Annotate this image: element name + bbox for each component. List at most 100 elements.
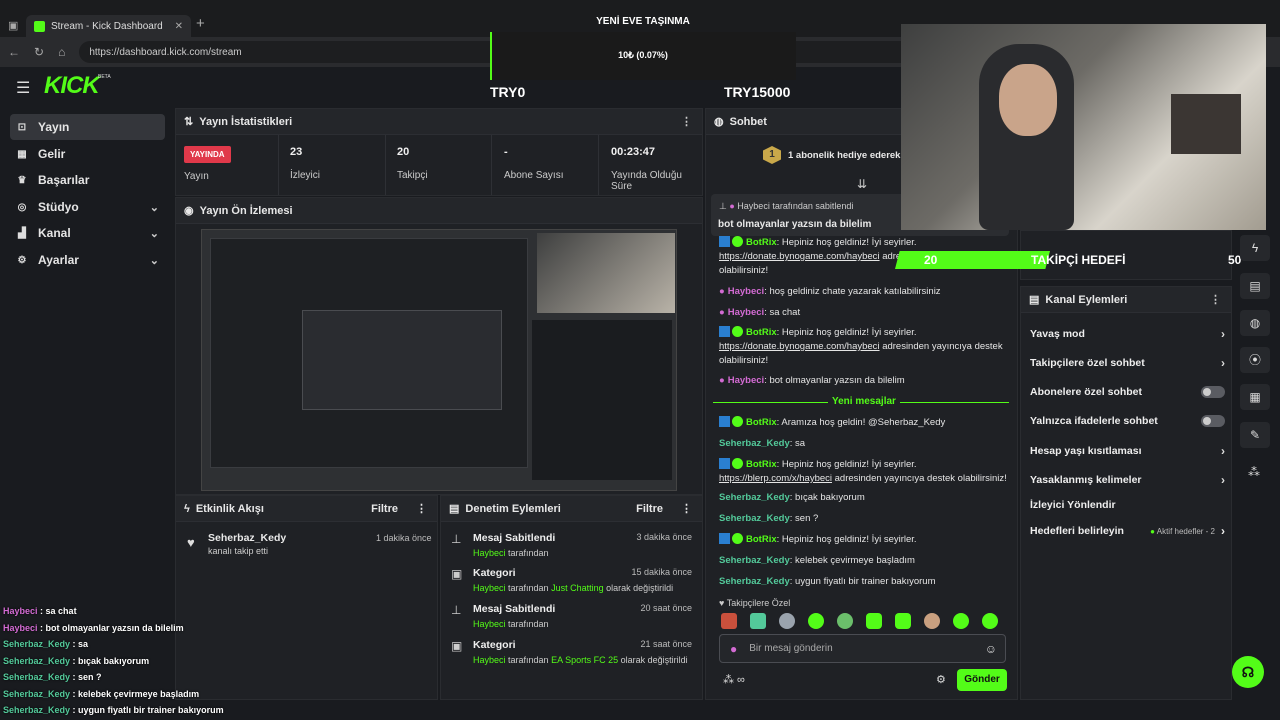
chat-link[interactable]: https://blerp.com/x/haybeci	[719, 473, 832, 484]
live-badge: YAYINDA	[184, 146, 231, 163]
chat-link[interactable]: https://donate.bynogame.com/haybeci	[719, 341, 880, 352]
lightning-icon[interactable]: ϟ	[1240, 235, 1270, 261]
pinned-by: ⊥ ● Haybeci tarafından sabitlendi	[719, 201, 854, 211]
sidebar-item-studyo[interactable]: ◎ Stüdyo ⌄	[10, 194, 165, 220]
overlay-chat-line: Seherbaz_Kedy : sa	[3, 639, 89, 649]
chat-link[interactable]: https://donate.bynogame.com/haybeci	[719, 251, 880, 262]
sidebar-item-kanal[interactable]: ▟ Kanal ⌄	[10, 220, 165, 246]
browser-tab[interactable]: Stream - Kick Dashboard ✕	[26, 15, 191, 37]
pin-icon: ⊥	[451, 532, 462, 546]
followers-only-label: ♥ Takipçilere Özel	[719, 598, 791, 608]
toggle-switch[interactable]	[1201, 415, 1225, 427]
panel-title: Denetim Eylemleri	[465, 502, 561, 515]
bot-badge-icon	[719, 416, 730, 427]
viewers-stat: 23 İzleyici	[290, 146, 321, 181]
overlay-chat-line: Seherbaz_Kedy : kelebek çevirmeye başlad…	[3, 688, 200, 699]
set-goals-row[interactable]: Hedefleri belirleyin ● Aktif hedefler - …	[1030, 524, 1225, 538]
document-icon: ▤	[449, 503, 460, 515]
host-viewers-row[interactable]: İzleyici Yönlendir	[1030, 499, 1225, 511]
chat-bubble-icon: ◍	[714, 116, 724, 128]
follower-goal-bar	[895, 251, 1050, 269]
tab-title: Stream - Kick Dashboard	[51, 20, 163, 32]
emote-icon[interactable]	[750, 613, 766, 629]
filter-button[interactable]: Filtre	[636, 503, 663, 515]
emote-icon[interactable]	[982, 613, 998, 629]
reload-icon[interactable]: ↻	[34, 45, 44, 59]
kick-favicon-icon	[34, 20, 45, 32]
users-icon[interactable]: ⁂	[1248, 465, 1260, 479]
chevron-right-icon: ›	[1221, 327, 1225, 341]
hamburger-menu-icon[interactable]: ☰	[16, 78, 30, 98]
send-button[interactable]: Gönder	[957, 669, 1007, 691]
user-badge-icon: ●	[730, 641, 738, 656]
activity-user: Seherbaz_Kedy	[208, 532, 287, 544]
kick-logo[interactable]: KICK	[44, 72, 100, 100]
subs-stat: - Abone Sayısı	[504, 146, 564, 181]
emote-bar	[721, 613, 998, 629]
filter-button[interactable]: Filtre	[371, 503, 398, 515]
stats-icon: ⇅	[184, 116, 194, 128]
emote-icon[interactable]	[721, 613, 737, 629]
subscribers-only-chat-row[interactable]: Abonelere özel sohbet	[1030, 386, 1225, 398]
toggle-switch[interactable]	[1201, 386, 1225, 398]
followers-stat: 20 Takipçi	[397, 146, 428, 181]
more-options-icon[interactable]: ⋮	[681, 115, 692, 128]
tab-list-icon[interactable]: ▣	[8, 19, 18, 32]
broadcast-icon[interactable]: ⦿	[1240, 347, 1270, 373]
beta-badge: BETA	[98, 74, 111, 80]
verified-icon	[732, 533, 743, 544]
chat-message: BotRix: Hepiniz hoş geldiniz! İyi seyirl…	[719, 533, 1019, 547]
emote-icon[interactable]	[837, 613, 853, 629]
mod-action-item: ▣ Kategori Haybeci tarafından Just Chatt…	[451, 567, 692, 593]
collapse-icon[interactable]: ⇊	[857, 177, 867, 191]
overlay-chat-line: Haybeci : sa chat	[3, 606, 77, 616]
chat-message: Seherbaz_Kedy: uygun fiyatlı bir trainer…	[719, 576, 936, 587]
chevron-right-icon: ›	[1221, 473, 1225, 487]
sidebar-item-basarilar[interactable]: ♛ Başarılar	[10, 167, 165, 193]
home-icon[interactable]: ⌂	[58, 45, 65, 59]
emote-only-chat-row[interactable]: Yalnızca ifadelerle sohbet	[1030, 415, 1225, 427]
slow-mode-row[interactable]: Yavaş mod ›	[1030, 327, 1225, 341]
emote-icon[interactable]	[895, 613, 911, 629]
banned-words-row[interactable]: Yasaklanmış kelimeler ›	[1030, 473, 1225, 487]
emote-icon[interactable]	[953, 613, 969, 629]
help-support-icon[interactable]: ☊	[1232, 656, 1264, 688]
chat-message: BotRix: Hepiniz hoş geldiniz! İyi seyirl…	[719, 326, 1003, 366]
stream-preview-video[interactable]	[201, 229, 677, 491]
emote-icon[interactable]	[924, 613, 940, 629]
more-options-icon[interactable]: ⋮	[1210, 293, 1221, 306]
chat-bubble-icon[interactable]: ◍	[1240, 310, 1270, 336]
mod-action-item: ⊥ Mesaj Sabitlendi Haybeci tarafından 3 …	[451, 532, 692, 558]
chevron-down-icon: ⌄	[149, 254, 159, 267]
more-options-icon[interactable]: ⋮	[416, 502, 427, 515]
gift-text: 1 abonelik hediye ederek 1.	[788, 150, 912, 161]
chat-message: BotRix: Hepiniz hoş geldiniz! İyi seyirl…	[719, 458, 1007, 484]
chat-settings-icon[interactable]: ⚙	[936, 673, 946, 686]
category-icon: ▣	[451, 567, 463, 581]
emoji-icon[interactable]: ☺	[985, 642, 997, 656]
back-icon[interactable]: ←	[8, 45, 20, 59]
schedule-icon[interactable]: ▦	[1240, 384, 1270, 410]
trophy-icon: ♛	[17, 174, 27, 186]
chat-users-icon[interactable]: ⁂ ∞	[723, 673, 745, 686]
chat-message: Seherbaz_Kedy: sen ?	[719, 513, 819, 524]
sidebar-item-yayin[interactable]: ⊡ Yayın	[10, 114, 165, 140]
emote-icon[interactable]	[866, 613, 882, 629]
close-tab-icon[interactable]: ✕	[175, 21, 183, 32]
more-options-icon[interactable]: ⋮	[681, 502, 692, 515]
wrench-icon[interactable]: ✎	[1240, 422, 1270, 448]
donation-goal-max: TRY15000	[724, 84, 791, 100]
account-age-row[interactable]: Hesap yaşı kısıtlaması ›	[1030, 444, 1225, 458]
chat-input[interactable]: ● Bir mesaj gönderin ☺	[719, 634, 1006, 663]
category-icon: ▣	[451, 639, 463, 653]
emote-icon[interactable]	[779, 613, 795, 629]
follower-goal-label: TAKİPÇİ HEDEFİ	[1031, 253, 1126, 267]
verified-icon	[732, 416, 743, 427]
panel-title: Sohbet	[729, 115, 767, 128]
new-tab-icon[interactable]: +	[196, 15, 205, 32]
followers-only-chat-row[interactable]: Takipçilere özel sohbet ›	[1030, 356, 1225, 370]
sidebar-item-gelir[interactable]: ▦ Gelir	[10, 141, 165, 167]
emote-icon[interactable]	[808, 613, 824, 629]
document-icon[interactable]: ▤	[1240, 273, 1270, 299]
sidebar-item-ayarlar[interactable]: ⚙ Ayarlar ⌄	[10, 247, 165, 273]
